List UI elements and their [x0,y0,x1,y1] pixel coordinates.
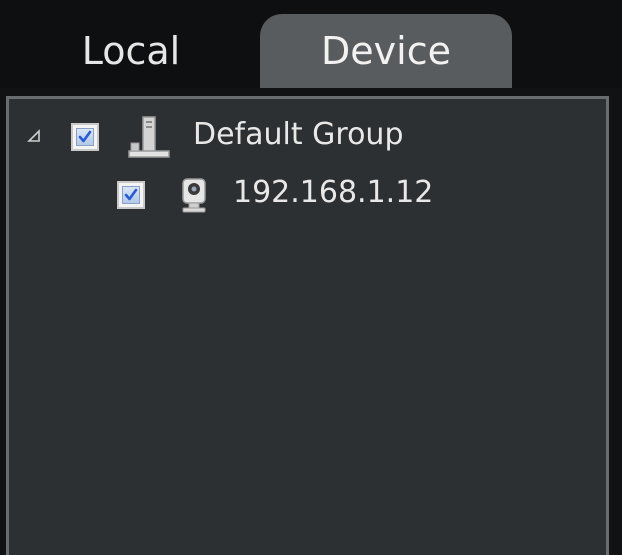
device-label: 192.168.1.12 [233,175,434,210]
tab-bar: Local Device [0,0,622,88]
tab-local[interactable]: Local [0,14,262,88]
camera-icon [175,175,215,219]
tab-device-label: Device [321,29,451,73]
tree-node-device[interactable]: 192.168.1.12 [9,173,599,217]
group-label: Default Group [193,117,404,152]
device-tree-panel: Default Group 192.168.1.12 [6,96,609,555]
expand-arrow-icon[interactable] [27,128,41,142]
device-panel-window: Local Device Default Group 192.168.1.12 [0,0,622,555]
tab-local-label: Local [81,29,181,73]
tree-node-default-group[interactable]: Default Group [9,115,599,159]
checkmark-icon [122,186,140,204]
tab-device[interactable]: Device [260,14,512,88]
checkmark-icon [76,128,94,146]
device-checkbox[interactable] [117,181,145,209]
server-group-icon [127,115,173,163]
group-checkbox[interactable] [71,123,99,151]
